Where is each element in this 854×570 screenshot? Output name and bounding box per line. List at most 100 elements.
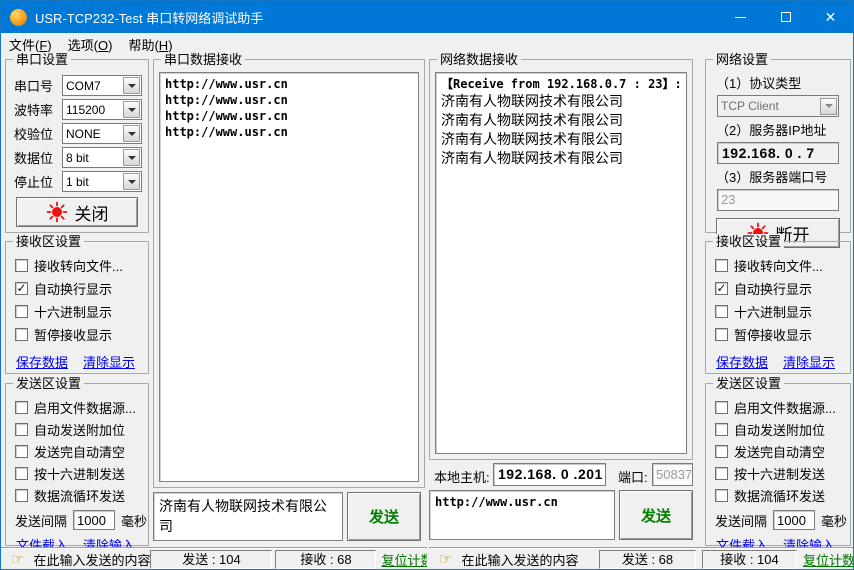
send-settings-panel-left: 发送区设置 启用文件数据源... 自动发送附加位 发送完自动清空 按十六进制发送… xyxy=(5,383,149,546)
send-interval-unit: 毫秒 xyxy=(121,511,147,530)
checkbox[interactable] xyxy=(715,401,728,414)
panel-title: 串口设置 xyxy=(13,52,71,67)
save-data-link[interactable]: 保存数据 xyxy=(716,352,768,371)
checkbox[interactable] xyxy=(715,328,728,341)
checkbox-row-auto-send-append: 自动发送附加位 xyxy=(6,418,148,440)
checkbox[interactable] xyxy=(15,445,28,458)
stop-bits-select[interactable]: 1 bit xyxy=(62,171,142,192)
panel-title: 接收区设置 xyxy=(13,234,84,249)
checkbox[interactable] xyxy=(715,423,728,436)
data-bits-label: 数据位 xyxy=(14,148,62,167)
close-icon: ✕ xyxy=(825,10,837,24)
local-port-field: 50837 xyxy=(652,463,693,486)
serial-settings-panel: 串口设置 串口号 COM7 波特率 115200 校验位 NONE xyxy=(5,59,149,233)
stop-bits-label: 停止位 xyxy=(14,172,62,191)
network-send-input[interactable]: http://www.usr.cn xyxy=(429,490,615,540)
checkbox-row-file-data-source: 启用文件数据源... xyxy=(706,396,850,418)
receive-settings-panel-left: 接收区设置 接收转向文件... 自动换行显示 十六进制显示 暂停接收显示 保存数… xyxy=(5,241,149,374)
checkbox[interactable] xyxy=(15,467,28,480)
parity-select[interactable]: NONE xyxy=(62,123,142,144)
titlebar: USR-TCP232-Test 串口转网络调试助手 ✕ xyxy=(1,1,853,33)
serial-send-input[interactable]: 济南有人物联网技术有限公司 xyxy=(153,492,343,541)
sent-counter: 发送 : 68 xyxy=(599,550,696,569)
checkbox-row-hex-display: 十六进制显示 xyxy=(706,300,850,323)
protocol-type-label: （1）协议类型 xyxy=(716,73,850,92)
serial-send-button[interactable]: 发送 xyxy=(347,492,421,541)
checkbox[interactable] xyxy=(15,282,28,295)
sent-counter: 发送 : 104 xyxy=(150,550,272,569)
checkbox-row-send-as-hex: 按十六进制发送 xyxy=(706,462,850,484)
received-counter: 接收 : 68 xyxy=(275,550,376,569)
local-host-ip-field[interactable]: 192.168. 0 .201 xyxy=(493,463,606,486)
receive-line: 济南有人物联网技术有限公司 xyxy=(441,130,681,149)
send-settings-panel-right: 发送区设置 启用文件数据源... 自动发送附加位 发送完自动清空 按十六进制发送… xyxy=(705,383,851,546)
reset-count-link[interactable]: 复位计数 xyxy=(803,550,854,569)
clear-display-link[interactable]: 清除显示 xyxy=(783,352,835,371)
app-window: USR-TCP232-Test 串口转网络调试助手 ✕ 文件(F) 选项(O) … xyxy=(0,0,854,570)
checkbox[interactable] xyxy=(15,489,28,502)
checkbox[interactable] xyxy=(15,328,28,341)
save-data-link[interactable]: 保存数据 xyxy=(16,352,68,371)
maximize-icon xyxy=(781,12,791,22)
checkbox-row-file-data-source: 启用文件数据源... xyxy=(6,396,148,418)
baud-rate-select[interactable]: 115200 xyxy=(62,99,142,120)
network-settings-panel: 网络设置 （1）协议类型 TCP Client （2）服务器IP地址 192.1… xyxy=(705,59,851,233)
protocol-type-select: TCP Client xyxy=(717,95,839,117)
checkbox[interactable] xyxy=(15,401,28,414)
clear-display-link[interactable]: 清除显示 xyxy=(83,352,135,371)
server-ip-field: 192.168. 0 . 7 xyxy=(717,142,839,164)
checkbox-row-loop-send: 数据流循环发送 xyxy=(706,484,850,506)
receive-settings-panel-right: 接收区设置 接收转向文件... 自动换行显示 十六进制显示 暂停接收显示 保存数… xyxy=(705,241,851,374)
statusbar-network: ☞ 在此输入发送的内容 发送 : 68 接收 : 104 复位计数 xyxy=(429,547,854,570)
com-port-select[interactable]: COM7 xyxy=(62,75,142,96)
checkbox[interactable] xyxy=(15,305,28,318)
send-interval-input[interactable] xyxy=(773,510,815,530)
checkbox[interactable] xyxy=(715,305,728,318)
data-bits-select[interactable]: 8 bit xyxy=(62,147,142,168)
checkbox-row-loop-send: 数据流循环发送 xyxy=(6,484,148,506)
window-title: USR-TCP232-Test 串口转网络调试助手 xyxy=(35,8,718,27)
checkbox-row-clear-after-send: 发送完自动清空 xyxy=(706,440,850,462)
dropdown-arrow-icon[interactable] xyxy=(123,101,140,118)
network-receive-area[interactable]: 【Receive from 192.168.0.7 : 23】: 济南有人物联网… xyxy=(435,72,687,454)
checkbox-row-hex-display: 十六进制显示 xyxy=(6,300,148,323)
serial-receive-area[interactable]: http://www.usr.cn http://www.usr.cn http… xyxy=(159,72,419,482)
dropdown-arrow-icon[interactable] xyxy=(123,125,140,142)
receive-line: 济南有人物联网技术有限公司 xyxy=(441,92,681,111)
receive-line: http://www.usr.cn xyxy=(165,108,413,124)
network-send-button[interactable]: 发送 xyxy=(619,490,693,540)
server-ip-label: （2）服务器IP地址 xyxy=(716,120,850,139)
statusbar-serial: ☞ 在此输入发送的内容 发送 : 104 接收 : 68 复位计数 xyxy=(1,547,427,570)
checkbox[interactable] xyxy=(715,489,728,502)
led-icon xyxy=(46,201,68,223)
close-button[interactable]: ✕ xyxy=(808,1,853,33)
send-interval-input[interactable] xyxy=(73,510,115,530)
checkbox[interactable] xyxy=(715,282,728,295)
minimize-button[interactable] xyxy=(718,1,763,33)
com-port-label: 串口号 xyxy=(14,76,62,95)
dropdown-arrow-icon[interactable] xyxy=(123,77,140,94)
receive-line: http://www.usr.cn xyxy=(165,76,413,92)
serial-close-button[interactable]: 关闭 xyxy=(16,197,138,227)
dropdown-arrow-icon[interactable] xyxy=(123,149,140,166)
checkbox[interactable] xyxy=(15,423,28,436)
checkbox-row-send-as-hex: 按十六进制发送 xyxy=(6,462,148,484)
send-interval-label: 发送间隔 xyxy=(715,511,767,530)
checkbox-row-auto-linewrap: 自动换行显示 xyxy=(706,277,850,300)
checkbox-row-pause-receive: 暂停接收显示 xyxy=(706,323,850,346)
checkbox[interactable] xyxy=(715,467,728,480)
app-icon xyxy=(10,9,27,26)
receive-line: http://www.usr.cn xyxy=(165,124,413,140)
panel-title: 网络数据接收 xyxy=(437,52,521,67)
send-interval-unit: 毫秒 xyxy=(821,511,847,530)
parity-label: 校验位 xyxy=(14,124,62,143)
checkbox-row-auto-linewrap: 自动换行显示 xyxy=(6,277,148,300)
status-hint: 在此输入发送的内容 xyxy=(33,550,150,569)
dropdown-arrow-icon[interactable] xyxy=(123,173,140,190)
reset-count-link[interactable]: 复位计数 xyxy=(381,550,427,569)
checkbox-row-clear-after-send: 发送完自动清空 xyxy=(6,440,148,462)
checkbox[interactable] xyxy=(715,445,728,458)
checkbox[interactable] xyxy=(715,259,728,272)
maximize-button[interactable] xyxy=(763,1,808,33)
checkbox[interactable] xyxy=(15,259,28,272)
